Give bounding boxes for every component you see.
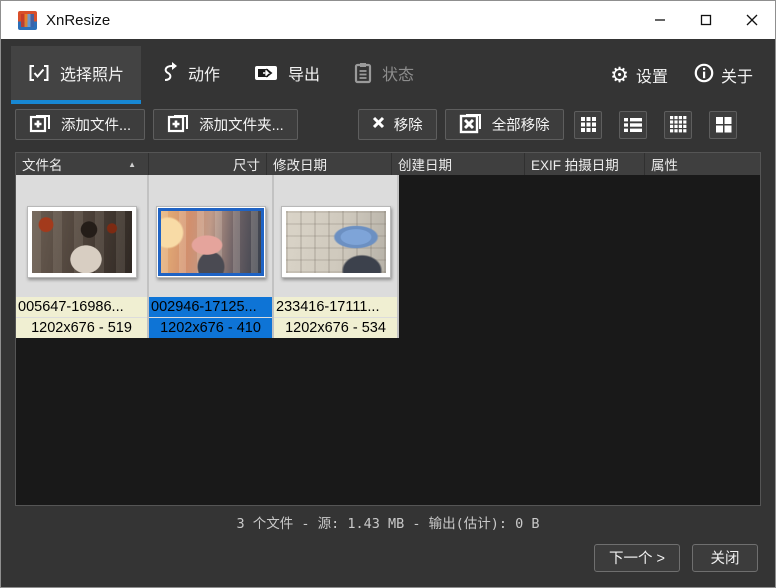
tab-export[interactable]: 导出 [237, 46, 337, 104]
file-name: 005647-16986... [16, 297, 147, 317]
tab-status[interactable]: 状态 [337, 46, 431, 104]
select-photos-icon [28, 63, 50, 83]
remove-all-button[interactable]: 全部移除 [444, 109, 564, 140]
add-folder-label: 添加文件夹... [199, 118, 284, 134]
file-item-2-selected[interactable]: 002946-17125... 1202x676 - 410 [149, 175, 274, 338]
remove-x-icon [372, 116, 385, 133]
file-name: 233416-17111... [274, 297, 397, 317]
remove-label: 移除 [393, 118, 423, 134]
column-header-size[interactable]: 尺寸 [149, 153, 267, 175]
view-list-icon[interactable] [619, 110, 647, 139]
thumbnail-image [157, 208, 264, 276]
add-file-icon [29, 112, 52, 137]
view-grid-icon[interactable] [574, 110, 602, 139]
view-tiles-icon[interactable] [709, 110, 737, 139]
app-logo-icon [18, 10, 37, 30]
footer: 下一个 > 关闭 [1, 538, 775, 587]
window-title: XnResize [46, 11, 111, 29]
column-header-modified[interactable]: 修改日期 [267, 153, 392, 175]
column-header-filename[interactable]: 文件名 ▲ [16, 153, 149, 175]
thumbnail-frame [26, 206, 137, 278]
gear-icon: ⚙ [610, 63, 629, 87]
view-mode-group [574, 110, 737, 139]
column-header-attributes[interactable]: 属性 [645, 153, 760, 175]
status-text: 3 个文件 - 源: 1.43 MB - 输出(估计): 0 B [236, 516, 540, 532]
add-files-button[interactable]: 添加文件... [15, 109, 146, 140]
info-icon [694, 63, 714, 88]
file-item-3[interactable]: 233416-17111... 1202x676 - 534 [274, 175, 399, 338]
item-labels: 005647-16986... 1202x676 - 519 [16, 297, 147, 338]
add-folder-icon [167, 112, 190, 137]
item-labels: 233416-17111... 1202x676 - 534 [274, 297, 397, 338]
sort-ascending-icon: ▲ [128, 159, 136, 169]
close-button[interactable] [729, 1, 775, 39]
maximize-button[interactable] [683, 1, 729, 39]
file-size: 1202x676 - 519 [16, 318, 147, 338]
file-list: 文件名 ▲ 尺寸 修改日期 创建日期 EXIF 拍摄日期 属性 005647-1… [15, 152, 761, 506]
remove-all-icon [459, 112, 483, 138]
thumbnail-frame [280, 206, 391, 278]
settings-label: 设置 [635, 69, 668, 86]
tab-bar: 选择照片 动作 导出 状态 ⚙ 设置 关于 [1, 39, 775, 104]
close-dialog-button[interactable]: 关闭 [692, 543, 758, 572]
tab-label: 导出 [288, 67, 321, 84]
file-item-1[interactable]: 005647-16986... 1202x676 - 519 [16, 175, 149, 338]
item-labels: 002946-17125... 1202x676 - 410 [149, 297, 272, 338]
toolbar: 添加文件... 添加文件夹... 移除 全部移除 [1, 104, 775, 151]
settings-about-menu: ⚙ 设置 关于 [610, 46, 753, 104]
status-clipboard-icon [354, 62, 372, 84]
column-header-exif[interactable]: EXIF 拍摄日期 [525, 153, 645, 175]
tab-actions[interactable]: 动作 [141, 46, 237, 104]
add-files-label: 添加文件... [61, 118, 132, 134]
tab-select-photos[interactable]: 选择照片 [11, 46, 142, 104]
status-bar: 3 个文件 - 源: 1.43 MB - 输出(估计): 0 B [1, 506, 775, 538]
window-controls [637, 1, 775, 39]
thumbnail-frame [155, 206, 266, 278]
minimize-button[interactable] [637, 1, 683, 39]
view-small-grid-icon[interactable] [664, 110, 692, 139]
next-button[interactable]: 下一个 > [594, 543, 680, 572]
file-name: 002946-17125... [149, 297, 272, 317]
title-bar: XnResize [1, 1, 775, 39]
file-size: 1202x676 - 410 [149, 318, 272, 338]
tab-label: 选择照片 [60, 67, 125, 84]
thumbnail-row: 005647-16986... 1202x676 - 519 002946-17… [16, 175, 760, 338]
about-label: 关于 [720, 69, 753, 86]
about-button[interactable]: 关于 [694, 63, 753, 88]
thumbnail-image [31, 211, 132, 273]
list-header: 文件名 ▲ 尺寸 修改日期 创建日期 EXIF 拍摄日期 属性 [16, 153, 760, 175]
export-icon [254, 64, 278, 82]
remove-all-label: 全部移除 [491, 118, 550, 134]
thumbnail-image [285, 211, 386, 273]
add-folder-button[interactable]: 添加文件夹... [153, 109, 298, 140]
xnresize-window: XnResize 选择照片 动作 导出 状态 ⚙ 设置 关于 添加文件... 添… [0, 0, 776, 588]
tab-label: 动作 [188, 67, 221, 84]
actions-icon [158, 62, 178, 84]
column-header-created[interactable]: 创建日期 [392, 153, 525, 175]
file-size: 1202x676 - 534 [274, 318, 397, 338]
tab-label: 状态 [382, 67, 415, 84]
settings-button[interactable]: ⚙ 设置 [610, 63, 668, 87]
remove-button[interactable]: 移除 [357, 109, 437, 140]
